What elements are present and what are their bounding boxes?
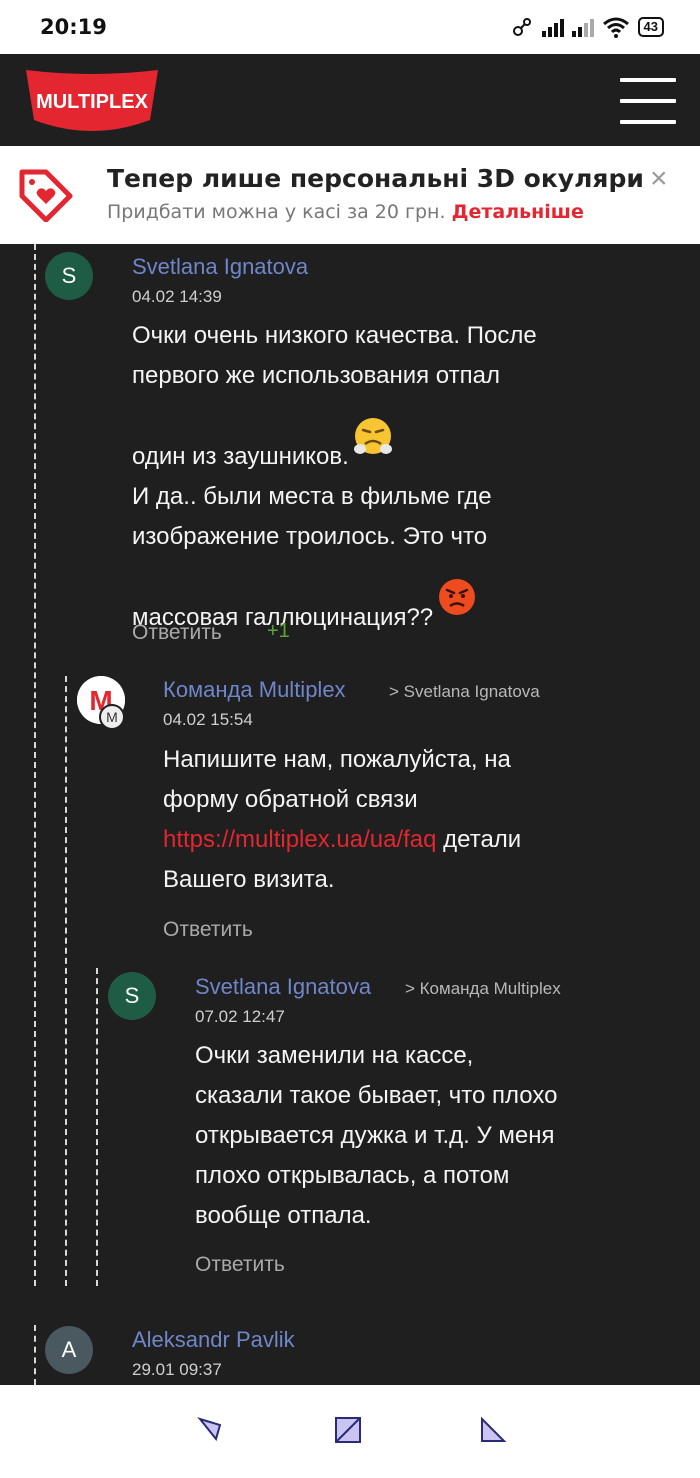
comment-line: Очки очень низкого качества. После <box>132 322 537 349</box>
banner-subtitle-text: Придбати можна у касі за 20 грн. <box>107 201 446 223</box>
avatar-initial: S <box>61 263 77 288</box>
comment-line: изображение троилось. Это что <box>132 523 488 550</box>
thread-line <box>34 1325 36 1385</box>
link-icon <box>512 18 531 36</box>
home-icon[interactable] <box>333 1415 363 1445</box>
comment-text: Очки очень низкого качества. После перво… <box>132 316 672 638</box>
thread-line <box>96 968 98 1286</box>
signal-weak-icon <box>571 17 594 37</box>
banner-subtitle: Придбати можна у касі за 20 грн. Детальн… <box>107 201 584 223</box>
comment-date: 04.02 15:54 <box>163 710 253 729</box>
reply-button[interactable]: Ответить <box>195 1253 285 1277</box>
thread-line <box>65 676 67 1286</box>
recents-icon[interactable] <box>478 1415 508 1445</box>
comment-line: первого же использования отпал <box>132 362 500 389</box>
avatar: A <box>45 1326 93 1374</box>
comment-author[interactable]: Команда Multiplex <box>163 677 346 703</box>
comment-line: Вашего визита. <box>163 866 335 893</box>
price-tag-heart-icon <box>19 169 73 222</box>
comment-line: Очки заменили на кассе, <box>195 1042 474 1069</box>
battery-icon: 43 <box>637 17 664 37</box>
avatar-badge: M <box>99 704 125 730</box>
status-time: 20:19 <box>40 15 107 39</box>
comment-line-with-link: https://multiplex.ua/ua/faq детали <box>163 820 663 860</box>
reply-to[interactable]: > Команда Multiplex <box>405 979 561 999</box>
comment-text: Напишите нам, пожалуйста, на форму обрат… <box>163 740 663 900</box>
reply-to[interactable]: > Svetlana Ignatova <box>389 682 540 702</box>
steam-from-nose-emoji-icon <box>353 418 392 454</box>
reply-button[interactable]: Ответить <box>132 621 222 645</box>
system-nav-bar <box>0 1385 700 1478</box>
close-icon[interactable]: × <box>650 164 668 194</box>
menu-icon[interactable] <box>620 78 676 124</box>
comment-line-with-emoji: один из заушников. <box>132 416 672 477</box>
comment-author[interactable]: Aleksandr Pavlik <box>132 1327 295 1353</box>
app-header: MULTIPLEX <box>0 54 700 146</box>
banner-details-link[interactable]: Детальніше <box>452 201 584 223</box>
status-icons: 43 <box>512 16 664 38</box>
multiplex-logo[interactable]: MULTIPLEX <box>22 68 162 134</box>
svg-text:MULTIPLEX: MULTIPLEX <box>36 91 149 113</box>
faq-link[interactable]: https://multiplex.ua/ua/faq <box>163 826 437 853</box>
banner-title: Тепер лише персональні 3D окуляри <box>107 164 644 193</box>
comment-line: вообще отпала. <box>195 1202 372 1229</box>
reply-button[interactable]: Ответить <box>163 918 253 942</box>
status-bar: 20:19 43 <box>0 0 700 54</box>
promo-banner: Тепер лише персональні 3D окуляри Придба… <box>0 146 700 244</box>
comment-line: И да.. были места в фильме где <box>132 483 492 510</box>
comment-line: плохо открывалась, а потом <box>195 1162 510 1189</box>
angry-face-emoji-icon <box>439 579 476 615</box>
avatar: S <box>45 252 93 300</box>
back-icon[interactable] <box>196 1415 226 1445</box>
comment-text: Очки заменили на кассе, сказали такое бы… <box>195 1036 665 1236</box>
comment-author[interactable]: Svetlana Ignatova <box>195 974 371 1000</box>
avatar-initial: A <box>61 1337 77 1362</box>
comment-line: детали <box>436 826 522 853</box>
comment-line: один из заушников. <box>132 443 349 470</box>
avatar-initial: S <box>124 983 140 1008</box>
comment-date: 07.02 12:47 <box>195 1007 285 1026</box>
avatar: S <box>108 972 156 1020</box>
comment-line: открывается дужка и т.д. У меня <box>195 1122 555 1149</box>
signal-icon <box>541 17 564 37</box>
comment-line: Напишите нам, пожалуйста, на <box>163 746 511 773</box>
comment-line: форму обратной связи <box>163 786 418 813</box>
thread-line <box>34 244 36 1286</box>
wifi-icon <box>602 17 629 38</box>
comment-author[interactable]: Svetlana Ignatova <box>132 254 308 280</box>
comment-line: сказали такое бывает, что плохо <box>195 1082 558 1109</box>
like-count[interactable]: +1 <box>267 620 290 643</box>
comment-date: 29.01 09:37 <box>132 1360 222 1379</box>
avatar-badge-letter: M <box>106 709 118 725</box>
comment-date: 04.02 14:39 <box>132 287 222 306</box>
